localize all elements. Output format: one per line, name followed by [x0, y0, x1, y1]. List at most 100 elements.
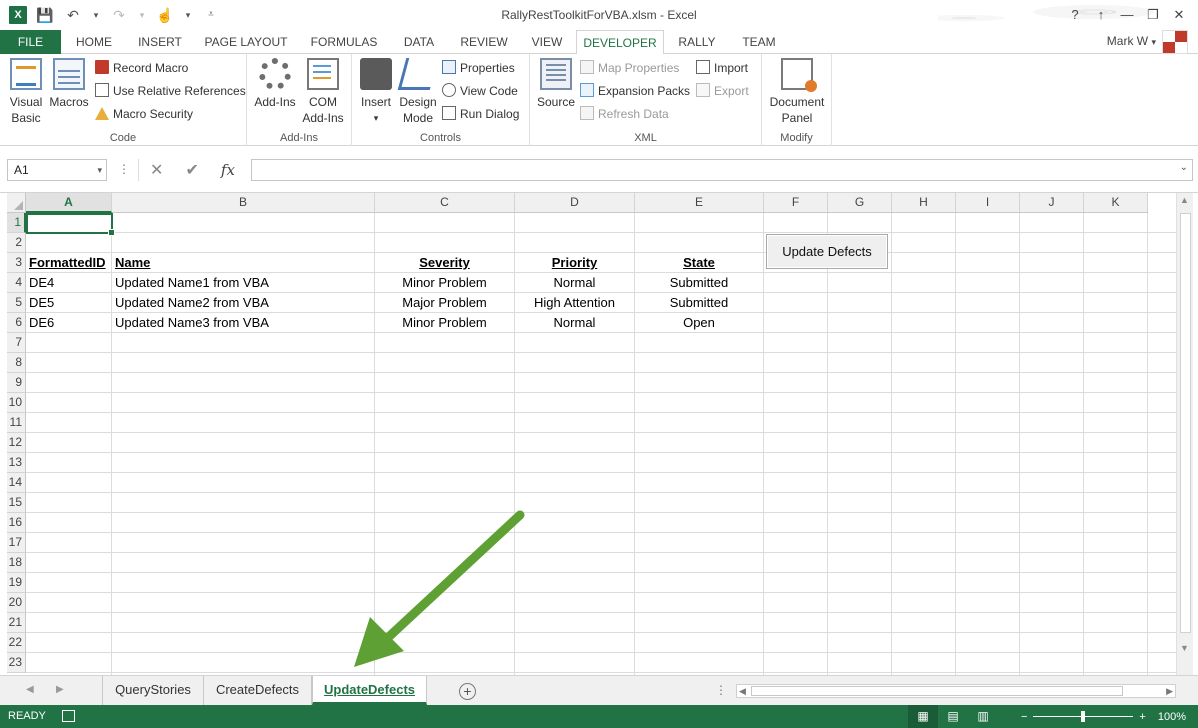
- insert-control-button[interactable]: Insert ▾: [356, 58, 396, 126]
- row-header-7[interactable]: 7: [7, 333, 26, 353]
- row-header-19[interactable]: 19: [7, 573, 26, 593]
- previous-sheet-icon[interactable]: ◀: [26, 684, 34, 695]
- update-defects-button[interactable]: Update Defects: [766, 234, 888, 269]
- table-cell[interactable]: Minor Problem: [375, 273, 514, 293]
- expansion-packs-button[interactable]: Expansion Packs: [580, 81, 690, 101]
- column-header-h[interactable]: H: [892, 193, 956, 213]
- help-button[interactable]: ?: [1062, 4, 1088, 26]
- minimize-button[interactable]: —: [1114, 4, 1140, 26]
- column-header-j[interactable]: J: [1020, 193, 1084, 213]
- table-cell[interactable]: Normal: [515, 313, 634, 333]
- tab-view[interactable]: VIEW: [524, 30, 570, 54]
- name-box[interactable]: A1 ▾: [7, 159, 107, 181]
- map-properties-button[interactable]: Map Properties: [580, 58, 679, 78]
- table-header-cell[interactable]: Severity: [375, 253, 514, 273]
- tab-file[interactable]: FILE: [0, 30, 61, 54]
- row-header-11[interactable]: 11: [7, 413, 26, 433]
- column-header-f[interactable]: F: [764, 193, 828, 213]
- tab-team[interactable]: TEAM: [732, 30, 786, 54]
- table-cell[interactable]: Submitted: [635, 293, 763, 313]
- tab-rally[interactable]: RALLY: [672, 30, 722, 54]
- tab-insert[interactable]: INSERT: [128, 30, 192, 54]
- table-header-cell[interactable]: State: [635, 253, 763, 273]
- normal-view-icon[interactable]: ▦: [908, 705, 938, 728]
- vertical-scroll-thumb[interactable]: [1180, 213, 1191, 633]
- column-header-k[interactable]: K: [1084, 193, 1148, 213]
- tab-split-grip-icon[interactable]: ⋮: [715, 683, 727, 697]
- avatar[interactable]: [1162, 30, 1188, 54]
- row-header-22[interactable]: 22: [7, 633, 26, 653]
- visual-basic-button[interactable]: Visual Basic: [6, 58, 46, 126]
- table-cell[interactable]: DE4: [26, 273, 111, 293]
- com-addins-button[interactable]: COM Add-Ins: [299, 58, 347, 126]
- row-header-6[interactable]: 6: [7, 313, 26, 333]
- name-box-dropdown-icon[interactable]: ▾: [97, 160, 102, 180]
- confirm-entry-icon[interactable]: ✔: [185, 160, 198, 180]
- row-header-4[interactable]: 4: [7, 273, 26, 293]
- column-header-e[interactable]: E: [635, 193, 764, 213]
- macro-recording-icon[interactable]: [62, 710, 75, 722]
- design-mode-button[interactable]: Design Mode: [396, 58, 440, 126]
- zoom-out-icon[interactable]: −: [1021, 711, 1027, 723]
- row-header-8[interactable]: 8: [7, 353, 26, 373]
- cancel-entry-icon[interactable]: ✕: [150, 160, 163, 180]
- properties-button[interactable]: Properties: [442, 58, 515, 78]
- column-header-g[interactable]: G: [828, 193, 892, 213]
- row-header-1[interactable]: 1: [7, 213, 26, 233]
- tab-formulas[interactable]: FORMULAS: [304, 30, 384, 54]
- tab-page-layout[interactable]: PAGE LAYOUT: [198, 30, 294, 54]
- table-cell[interactable]: High Attention: [515, 293, 634, 313]
- column-header-i[interactable]: I: [956, 193, 1020, 213]
- view-code-button[interactable]: View Code: [442, 81, 518, 101]
- page-break-view-icon[interactable]: ▥: [968, 705, 998, 728]
- sheet-tab-querystories[interactable]: QueryStories: [102, 676, 204, 705]
- restore-button[interactable]: ❐: [1140, 4, 1166, 26]
- addins-button[interactable]: Add-Ins: [251, 58, 299, 110]
- export-button[interactable]: Export: [696, 81, 749, 101]
- tab-review[interactable]: REVIEW: [454, 30, 514, 54]
- select-all-corner[interactable]: [7, 193, 26, 213]
- macro-security-button[interactable]: Macro Security: [95, 104, 193, 124]
- import-button[interactable]: Import: [696, 58, 748, 78]
- run-dialog-button[interactable]: Run Dialog: [442, 104, 519, 124]
- zoom-in-icon[interactable]: +: [1139, 711, 1145, 723]
- tab-developer[interactable]: DEVELOPER: [576, 30, 664, 55]
- table-cell[interactable]: Updated Name3 from VBA: [112, 313, 374, 333]
- horizontal-scrollbar[interactable]: ◀ ▶: [736, 684, 1176, 698]
- row-header-16[interactable]: 16: [7, 513, 26, 533]
- next-sheet-icon[interactable]: ▶: [56, 684, 64, 695]
- xml-source-button[interactable]: Source: [534, 58, 578, 110]
- table-cell[interactable]: Open: [635, 313, 763, 333]
- scroll-right-icon[interactable]: ▶: [1166, 685, 1173, 697]
- close-button[interactable]: ✕: [1166, 4, 1192, 26]
- table-header-cell[interactable]: FormattedID: [26, 253, 111, 273]
- insert-function-icon[interactable]: fx: [221, 161, 235, 179]
- table-header-cell[interactable]: Priority: [515, 253, 634, 273]
- table-cell[interactable]: DE6: [26, 313, 111, 333]
- document-panel-button[interactable]: Document Panel: [764, 58, 830, 126]
- add-sheet-icon[interactable]: +: [459, 683, 476, 700]
- horizontal-scroll-thumb[interactable]: [751, 686, 1123, 696]
- refresh-data-button[interactable]: Refresh Data: [580, 104, 669, 124]
- sheet-tab-createdefects[interactable]: CreateDefects: [204, 676, 312, 705]
- zoom-slider-knob[interactable]: [1081, 711, 1086, 722]
- row-header-9[interactable]: 9: [7, 373, 26, 393]
- tab-home[interactable]: HOME: [66, 30, 122, 54]
- zoom-slider[interactable]: [1033, 711, 1134, 722]
- ribbon-display-options-button[interactable]: ↑: [1088, 4, 1114, 26]
- row-header-21[interactable]: 21: [7, 613, 26, 633]
- table-header-cell[interactable]: Name: [112, 253, 374, 273]
- formula-bar-grip-icon[interactable]: ⋮: [118, 162, 130, 176]
- zoom-level[interactable]: 100%: [1158, 711, 1186, 723]
- macros-button[interactable]: Macros: [48, 58, 90, 110]
- row-header-20[interactable]: 20: [7, 593, 26, 613]
- table-cell[interactable]: Updated Name1 from VBA: [112, 273, 374, 293]
- table-cell[interactable]: Submitted: [635, 273, 763, 293]
- scroll-up-icon[interactable]: ▲: [1180, 195, 1189, 205]
- row-header-14[interactable]: 14: [7, 473, 26, 493]
- table-cell[interactable]: Major Problem: [375, 293, 514, 313]
- table-cell[interactable]: Minor Problem: [375, 313, 514, 333]
- scroll-left-icon[interactable]: ◀: [739, 685, 746, 697]
- record-macro-button[interactable]: Record Macro: [95, 58, 188, 78]
- row-header-12[interactable]: 12: [7, 433, 26, 453]
